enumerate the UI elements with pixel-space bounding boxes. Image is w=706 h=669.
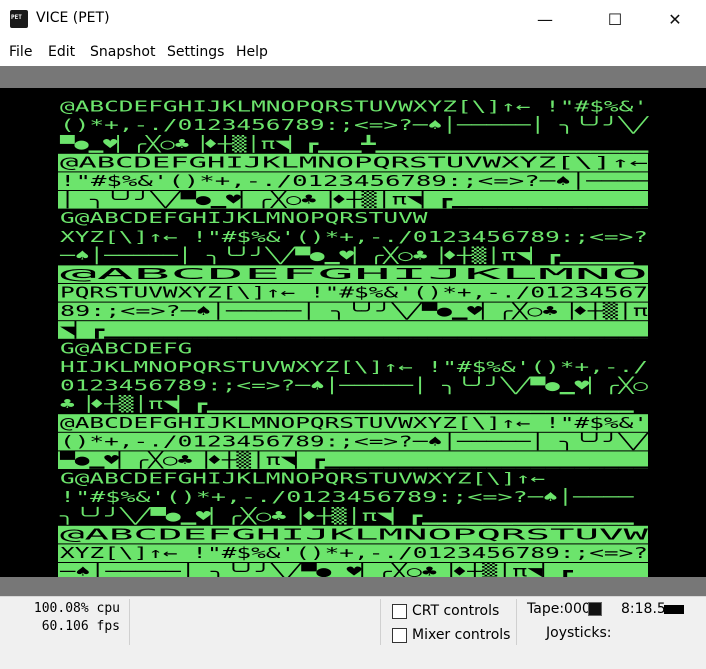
screen-line-reverse: │ ╮╰╯╯╲╱▀●▁♥▏╭╳○♣▕♦┼▒│π◥▏┏▁▁▁▁▁▁▁▁▁▁▁▁▁ [60, 190, 650, 209]
joysticks-label: Joysticks: [546, 625, 612, 641]
mixer-controls-checkbox[interactable] [392, 628, 407, 643]
screen-line-reverse: @ABCDEFGHIJKLMNOPQRSTUVW [60, 525, 651, 543]
screen-line-reverse: ()*+,-./0123456789:;<=>?─♠│─────│ ╮╰╯╯╲╱ [60, 431, 650, 450]
screen-line: G@ABCDEFG [60, 339, 192, 357]
status-bar: 100.08% cpu 60.106 fps CRT controls Mixe… [0, 596, 706, 669]
maximize-icon: ☐ [607, 9, 623, 29]
screen-line-reverse: PQRSTUVWXYZ[\]↑← !"#$%&'()*+,-./01234567 [60, 284, 648, 302]
screen-line: G@ABCDEFGHIJKLMNOPQRSTUVWXYZ[\]↑← [60, 470, 545, 488]
tape-counter: Tape:000 [527, 601, 591, 617]
screen-line-reverse: XYZ[\]↑← !"#$%&'()*+,-./0123456789:;<=>? [60, 544, 648, 562]
screen-line-reverse: 89:;<=>?─♠│─────│ ╮╰╯╯╲╱▀●▁♥▏╭╳○♣▕♦┼▒│π [60, 301, 648, 320]
screen-line-reverse: @ABCDEFGHIJKLMNOPQRSTUVWXYZ[\]↑← !"#$%&' [60, 414, 648, 432]
menu-help[interactable]: Help [236, 44, 268, 60]
screen-line-reverse: ▀●▁♥▏╭╳○♣▕♦┼▒│π◥▏┏▁▁▁▁▁▁▁▁▁▁▁▁▁▁▁▁▁▁▁▁▁▁ [58, 450, 649, 469]
status-divider [129, 599, 130, 645]
cpu-usage: 100.08% cpu [33, 601, 120, 616]
close-icon: ✕ [668, 9, 682, 29]
screen-line: ♣▕♦┼▒│π◥▏┏▁▁▁▁▁▁▁▁▁▁▁▁▁▁▁▁▁▁▁▁▁▁▁▁▁▁▁▁▁ [60, 394, 635, 413]
pet-screen[interactable]: @ABCDEFGHIJKLMNOPQRSTUVWXYZ[\]↑← !"#$%&'… [0, 88, 706, 577]
menu-file[interactable]: File [9, 44, 32, 60]
emulator-border: @ABCDEFGHIJKLMNOPQRSTUVWXYZ[\]↑← !"#$%&'… [0, 66, 706, 596]
minimize-icon: — [537, 9, 553, 29]
pet-app-icon: PET [10, 10, 28, 28]
mixer-controls-label: Mixer controls [412, 627, 511, 643]
screen-line: HIJKLMNOPQRSTUVWXYZ[\]↑← !"#$%&'()*+,-./ [60, 358, 648, 376]
screen-line: XYZ[\]↑← !"#$%&'()*+,-./0123456789:;<=>? [60, 228, 648, 246]
screen-line-reverse: @ABCDEFGHIJKLMNOPQRSTUVWXYZ[\]↑← [60, 153, 648, 171]
screen-line-reverse: @ABCDEFGHIJKLMNO [60, 265, 648, 283]
crt-controls-label: CRT controls [412, 603, 500, 619]
menu-bar: File Edit Snapshot Settings Help [0, 38, 706, 67]
maximize-button[interactable]: ☐ [592, 0, 638, 38]
screen-line: ()*+,-./0123456789:;<=>?─♠│─────│ ╮╰╯╯╲╱ [60, 115, 650, 134]
minimize-button[interactable]: — [522, 0, 568, 38]
screen-line: ▀●▁♥▏╭╳○♣▕♦┼▒│π◥▏┏▁▁▁┻▁▁▁▁▁▁▁▁▁▁▁▁▁▁▁▁▁▁… [58, 134, 649, 153]
menu-snapshot[interactable]: Snapshot [90, 44, 155, 60]
screen-line: ╮╰╯╯╲╱▀●▁♥▏╭╳○♣▕♦┼▒│π◥▏┏▁▁▁▁▁▁▁▁▁▁▁▁▁▁ [58, 506, 635, 525]
title-bar: PET VICE (PET) — ☐ ✕ [0, 0, 706, 38]
pet-screen-canvas: @ABCDEFGHIJKLMNOPQRSTUVWXYZ[\]↑← !"#$%&'… [58, 98, 651, 577]
status-divider [380, 599, 381, 645]
screen-line-reverse: ─♠│─────│ ╮╰╯╯╲╱▀●▁♥▏╭╳○♣▕♦┼▒│π◥▏┏▁▁▁▁▁ [58, 562, 649, 577]
screen-line: ─♠│─────│ ╮╰╯╯╲╱▀●▁♥▏╭╳○♣▕♦┼▒│π◥▏┏▁▁▁▁▁ [58, 245, 634, 264]
menu-edit[interactable]: Edit [48, 44, 75, 60]
screen-line: 0123456789:;<=>?─♠│─────│ ╮╰╯╯╲╱▀●▁♥▏╭╳○ [60, 376, 648, 395]
fps-readout: 60.106 fps [41, 619, 120, 634]
screen-line: G@ABCDEFGHIJKLMNOPQRSTUVW [60, 209, 429, 227]
status-divider [516, 599, 517, 645]
screen-line: @ABCDEFGHIJKLMNOPQRSTUVWXYZ[\]↑← !"#$%&' [60, 98, 648, 116]
tape-status-icon [588, 602, 602, 616]
menu-settings[interactable]: Settings [167, 44, 224, 60]
close-button[interactable]: ✕ [652, 0, 698, 38]
screen-line: !"#$%&'()*+,-./0123456789:;<=>?─♠│──── [60, 487, 635, 506]
window-title: VICE (PET) [36, 10, 110, 26]
screen-line-reverse: ◥▏┏▁▁▁▁▁▁▁▁▁▁▁▁▁▁▁▁▁▁▁▁▁▁▁▁▁▁▁▁▁▁▁▁▁▁▁▁▁ [60, 320, 650, 339]
screen-line-reverse: !"#$%&'()*+,-./0123456789:;<=>?─♠│──── [60, 171, 650, 190]
tape-motor-indicator [664, 605, 684, 614]
tape-time: 8:18.5 [621, 601, 666, 617]
crt-controls-checkbox[interactable] [392, 604, 407, 619]
